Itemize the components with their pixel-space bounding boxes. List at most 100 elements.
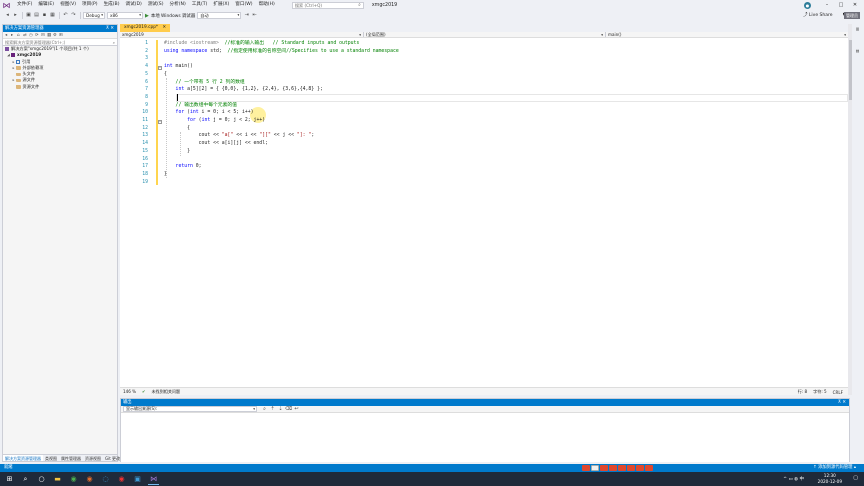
go-next-icon[interactable]: ⇣ — [277, 406, 284, 413]
platform-select[interactable]: x86 ▾ — [107, 12, 143, 19]
code-token: { — [164, 125, 190, 131]
code-line-18: } — [164, 171, 167, 179]
system-tray-icons[interactable]: ^ ▭ ◍ 中 — [783, 476, 804, 482]
tab-xmgc2019-cpp[interactable]: xmgc2019.cpp* ✕ — [120, 24, 171, 32]
function-dropdown[interactable]: main() ▾ — [606, 32, 848, 37]
word-wrap-icon[interactable]: ↩ — [293, 406, 300, 413]
save-all-icon[interactable]: ▦ — [49, 12, 56, 19]
back-icon[interactable]: ◂ — [4, 12, 11, 19]
ime-skin-icon[interactable] — [627, 465, 635, 471]
mail-icon[interactable]: ▣ — [132, 474, 143, 485]
file-explorer-icon[interactable]: ▬ — [52, 474, 63, 485]
menu-window[interactable]: 窗口(W) — [232, 0, 255, 10]
uncomment-icon[interactable]: ⇤ — [251, 12, 258, 19]
clear-all-icon[interactable]: ⌫ — [285, 406, 292, 413]
menu-view[interactable]: 视图(V) — [57, 0, 79, 10]
edge-icon[interactable]: ◌ — [100, 474, 111, 485]
line-ending-indicator[interactable]: CRLF — [830, 390, 846, 395]
maximize-button[interactable]: □ — [834, 0, 848, 10]
configuration-select[interactable]: Debug ▾ — [83, 12, 105, 19]
menu-extensions[interactable]: 扩展(X) — [210, 0, 232, 10]
user-avatar-icon[interactable]: ● — [804, 2, 811, 9]
ime-emoji-icon[interactable] — [609, 465, 617, 471]
ime-icon[interactable] — [582, 465, 590, 471]
menu-help[interactable]: 帮助(H) — [256, 0, 278, 10]
ime-keyboard-icon[interactable] — [618, 465, 626, 471]
live-share-button[interactable]: ⤴ Live Share ⚑ — [803, 12, 846, 18]
scrollbar-thumb[interactable] — [848, 40, 852, 100]
search-input[interactable]: 搜索 (Ctrl+Q) ⌕ — [291, 1, 364, 9]
tab-resource-view[interactable]: 资源视图 — [83, 455, 103, 461]
find-icon[interactable]: ⌕ — [261, 406, 268, 413]
forward-icon[interactable]: ▸ — [12, 12, 19, 19]
zoom-level[interactable]: 146 % — [120, 389, 139, 394]
ime-tools-icon[interactable] — [645, 465, 653, 471]
notification-icon[interactable]: ▢ — [853, 475, 858, 481]
preview-icon[interactable]: ⊞ — [59, 33, 65, 38]
tree-item-resource-files[interactable]: 资源文件 — [3, 84, 117, 90]
menu-project[interactable]: 项目(P) — [79, 0, 101, 10]
code-token: << j << — [270, 133, 297, 139]
ime-menu-icon[interactable] — [636, 465, 644, 471]
pin-icon[interactable]: ⊼ ✕ — [838, 399, 846, 406]
project-dropdown[interactable]: xmgc2019 ▾ — [120, 32, 364, 37]
admin-badge: 管理员 — [844, 12, 860, 19]
collapse-icon[interactable]: − — [157, 66, 162, 70]
output-source-select[interactable]: 显示输出来源(S): ▾ — [123, 406, 257, 412]
start-debugging-button[interactable]: ▶ 本地 Windows 调试器 — [145, 13, 195, 19]
debug-mode-select[interactable]: 自动 ▾ — [197, 12, 242, 19]
rail-tab-toolbox[interactable]: ▤ — [855, 48, 860, 68]
live-share-icon: ⤴ — [802, 13, 808, 18]
menu-debug[interactable]: 调试(D) — [123, 0, 145, 10]
go-previous-icon[interactable]: ⇡ — [269, 406, 276, 413]
undo-icon[interactable]: ↶ — [62, 12, 69, 19]
visual-studio-icon[interactable]: ⋈ — [148, 474, 159, 485]
code-line-14: cout << a[i][j] << endl; — [164, 140, 268, 148]
code-line-7: int a[5][2] = { {0,0}, {1,2}, {2,4}, {3,… — [164, 86, 323, 94]
scope-dropdown[interactable]: (全局范围) ▾ — [364, 32, 606, 37]
close-window-button[interactable]: ✕ — [848, 0, 862, 10]
app-icon[interactable]: ◉ — [84, 474, 95, 485]
pin-icon[interactable]: ⊼ ✕ — [106, 25, 114, 32]
minimize-button[interactable]: – — [820, 0, 834, 10]
tab-property-manager[interactable]: 属性管理器 — [59, 455, 83, 461]
menu-test[interactable]: 测试(S) — [145, 0, 167, 10]
start-windows-icon[interactable]: ⊞ — [4, 474, 15, 485]
comment-icon[interactable]: ⇥ — [243, 12, 250, 19]
ime-mode-icon[interactable] — [591, 465, 599, 471]
code-token: << i << — [233, 133, 260, 139]
code-token: 0; — [192, 164, 202, 170]
menu-edit[interactable]: 编辑(E) — [35, 0, 57, 10]
open-file-icon[interactable]: ▤ — [33, 12, 40, 19]
save-icon[interactable]: ▪ — [41, 12, 48, 19]
menu-analyze[interactable]: 分析(N) — [167, 0, 189, 10]
toolbar-separator — [59, 12, 60, 19]
editor-vertical-scrollbar[interactable] — [848, 24, 852, 395]
search-icon[interactable]: ⌕ — [20, 474, 31, 485]
code-line-15: } — [164, 148, 190, 156]
ime-punct-icon[interactable] — [600, 465, 608, 471]
task-view-icon[interactable]: ○ — [36, 474, 47, 485]
solution-search-input[interactable]: 搜索解决方案资源管理器(Ctrl+;) ⌕ — [3, 39, 117, 46]
menu-file[interactable]: 文件(F) — [14, 0, 35, 10]
code-editor[interactable]: 1 2 3 4 5 6 7 8 9 10 11 12 13 14 15 16 1… — [120, 38, 848, 387]
add-to-source-control-button[interactable]: ↑ 添加到源代码管理 ▴ — [813, 464, 856, 472]
taskbar-clock[interactable]: 12:30 2020-12-09 — [818, 472, 842, 485]
rail-tab-server-explorer[interactable]: ▥ — [855, 26, 860, 46]
code-token: // 一个带有 5 行 2 列的数组 — [164, 79, 245, 85]
record-icon[interactable]: ◉ — [116, 474, 127, 485]
play-icon: ▶ — [145, 12, 149, 19]
redo-icon[interactable]: ↷ — [70, 12, 77, 19]
menu-tools[interactable]: 工具(T) — [189, 0, 211, 10]
output-text-area[interactable] — [121, 413, 849, 462]
close-tab-icon[interactable]: ✕ — [162, 25, 166, 30]
editor-status-bar: 146 % ✔ 未找到相关问题 行: 8 字符: 5 CRLF — [120, 387, 848, 395]
tab-class-view[interactable]: 类视图 — [43, 455, 59, 461]
code-token: int — [190, 110, 199, 116]
tab-solution-explorer[interactable]: 解决方案资源管理器 — [3, 455, 43, 461]
collapse-icon[interactable]: − — [157, 120, 162, 124]
new-project-icon[interactable]: ▣ — [25, 12, 32, 19]
chrome-icon[interactable]: ◉ — [68, 474, 79, 485]
folder-icon — [16, 72, 21, 76]
menu-build[interactable]: 生成(B) — [101, 0, 123, 10]
